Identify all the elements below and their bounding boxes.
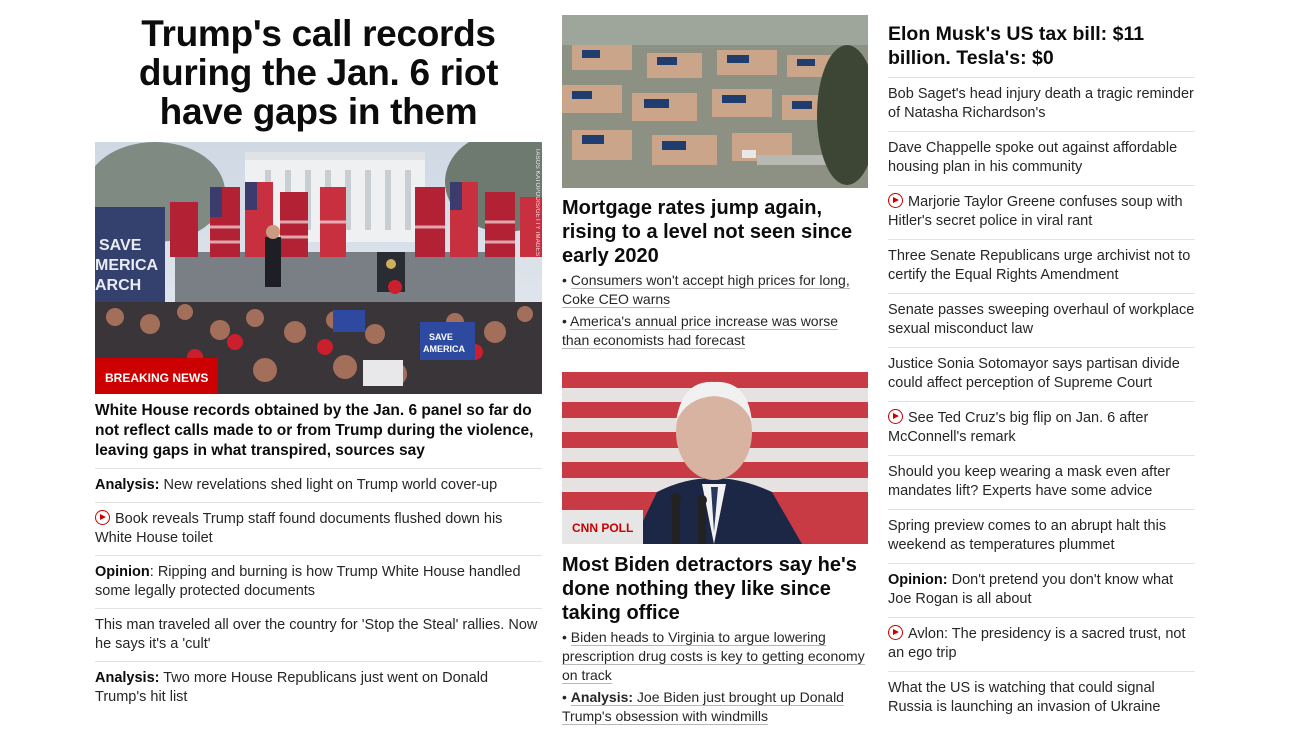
list-item[interactable]: Three Senate Republicans urge archivist …	[888, 240, 1195, 294]
sign-text-2: SAVE	[429, 332, 453, 342]
list-item[interactable]: See Ted Cruz's big flip on Jan. 6 after …	[888, 402, 1195, 456]
item-text: What the US is watching that could signa…	[888, 680, 1161, 715]
svg-text:ARCH: ARCH	[95, 277, 141, 294]
related-list: Analysis: New revelations shed light on …	[95, 469, 542, 714]
biden-bullets: • Biden heads to Virginia to argue lower…	[562, 628, 868, 726]
item-text: Dave Chappelle spoke out against afforda…	[888, 140, 1178, 175]
bullet-text: Biden heads to Virginia to argue lowerin…	[562, 629, 865, 683]
item-text: Marjorie Taylor Greene confuses soup wit…	[888, 194, 1183, 229]
item-text: New revelations shed light on Trump worl…	[159, 477, 498, 493]
list-item[interactable]: Analysis: Two more House Republicans jus…	[95, 662, 542, 714]
item-label: Opinion	[95, 564, 150, 580]
right-column: Elon Musk's US tax bill: $11 billion. Te…	[888, 22, 1195, 725]
bullet-label: Analysis:	[570, 689, 634, 705]
item-label: Analysis:	[95, 477, 160, 493]
musk-tax-headline[interactable]: Elon Musk's US tax bill: $11 billion. Te…	[888, 22, 1195, 78]
list-item[interactable]: Avlon: The presidency is a sacred trust,…	[888, 618, 1195, 672]
item-text: : Ripping and burning is how Trump White…	[95, 564, 521, 599]
list-item[interactable]: Senate passes sweeping overhaul of workp…	[888, 294, 1195, 348]
lead-image[interactable]: SAVE MERICA ARCH SAVE AMERICA TASOS KATO…	[95, 142, 542, 394]
bullet-link[interactable]: • Analysis: Joe Biden just brought up Do…	[562, 688, 868, 726]
list-item[interactable]: Marjorie Taylor Greene confuses soup wit…	[888, 186, 1195, 240]
biden-poll-headline[interactable]: Most Biden detractors say he's done noth…	[562, 553, 868, 625]
list-item[interactable]: Should you keep wearing a mask even afte…	[888, 456, 1195, 510]
svg-text:AMERICA: AMERICA	[423, 344, 465, 354]
item-text: Three Senate Republicans urge archivist …	[888, 248, 1191, 283]
bullet-link[interactable]: • Biden heads to Virginia to argue lower…	[562, 628, 868, 685]
lead-subheadline[interactable]: White House records obtained by the Jan.…	[95, 401, 542, 469]
item-text: Avlon: The presidency is a sacred trust,…	[888, 626, 1186, 661]
item-text: Should you keep wearing a mask even afte…	[888, 464, 1171, 499]
bullet-link[interactable]: • America's annual price increase was wo…	[562, 312, 868, 350]
headline-list: Bob Saget's head injury death a tragic r…	[888, 78, 1195, 725]
item-text: Book reveals Trump staff found documents…	[95, 511, 503, 546]
play-icon	[95, 510, 110, 525]
list-item[interactable]: Analysis: New revelations shed light on …	[95, 469, 542, 503]
list-item[interactable]: Book reveals Trump staff found documents…	[95, 503, 542, 556]
sign-text-1: SAVE	[99, 237, 142, 254]
svg-text:MERICA: MERICA	[95, 257, 159, 274]
list-item[interactable]: Justice Sonia Sotomayor says partisan di…	[888, 348, 1195, 402]
housing-image[interactable]	[562, 15, 868, 188]
list-item[interactable]: Spring preview comes to an abrupt halt t…	[888, 510, 1195, 564]
item-label: Opinion:	[888, 572, 948, 588]
biden-image[interactable]: CNN POLL	[562, 372, 868, 544]
list-item[interactable]: Opinion: Don't pretend you don't know wh…	[888, 564, 1195, 618]
bullet-text: Consumers won't accept high prices for l…	[562, 272, 850, 307]
item-text: Justice Sonia Sotomayor says partisan di…	[888, 356, 1180, 391]
list-item[interactable]: Opinion: Ripping and burning is how Trum…	[95, 556, 542, 609]
lead-story: Trump's call records during the Jan. 6 r…	[95, 14, 542, 714]
bullet-link[interactable]: • Consumers won't accept high prices for…	[562, 271, 868, 309]
play-icon	[888, 625, 903, 640]
mortgage-bullets: • Consumers won't accept high prices for…	[562, 271, 868, 350]
bullet-text: America's annual price increase was wors…	[562, 313, 839, 348]
mortgage-headline[interactable]: Mortgage rates jump again, rising to a l…	[562, 196, 868, 268]
list-item[interactable]: Dave Chappelle spoke out against afforda…	[888, 132, 1195, 186]
item-text: Senate passes sweeping overhaul of workp…	[888, 302, 1195, 337]
play-icon	[888, 193, 903, 208]
cnn-poll-badge: CNN POLL	[562, 510, 644, 544]
breaking-news-badge: BREAKING NEWS	[95, 358, 219, 394]
list-item[interactable]: This man traveled all over the country f…	[95, 609, 542, 662]
list-item[interactable]: Bob Saget's head injury death a tragic r…	[888, 78, 1195, 132]
image-credit: TASOS KATOPODIS/GETTY IMAGES	[534, 148, 540, 257]
play-icon	[888, 409, 903, 424]
list-item[interactable]: What the US is watching that could signa…	[888, 672, 1195, 725]
item-text: Bob Saget's head injury death a tragic r…	[888, 86, 1194, 121]
item-label: Analysis:	[95, 670, 160, 686]
item-text: See Ted Cruz's big flip on Jan. 6 after …	[888, 410, 1149, 445]
middle-column: Mortgage rates jump again, rising to a l…	[562, 15, 868, 726]
item-text: Spring preview comes to an abrupt halt t…	[888, 518, 1167, 553]
lead-headline[interactable]: Trump's call records during the Jan. 6 r…	[95, 14, 542, 131]
item-text: This man traveled all over the country f…	[95, 617, 538, 652]
